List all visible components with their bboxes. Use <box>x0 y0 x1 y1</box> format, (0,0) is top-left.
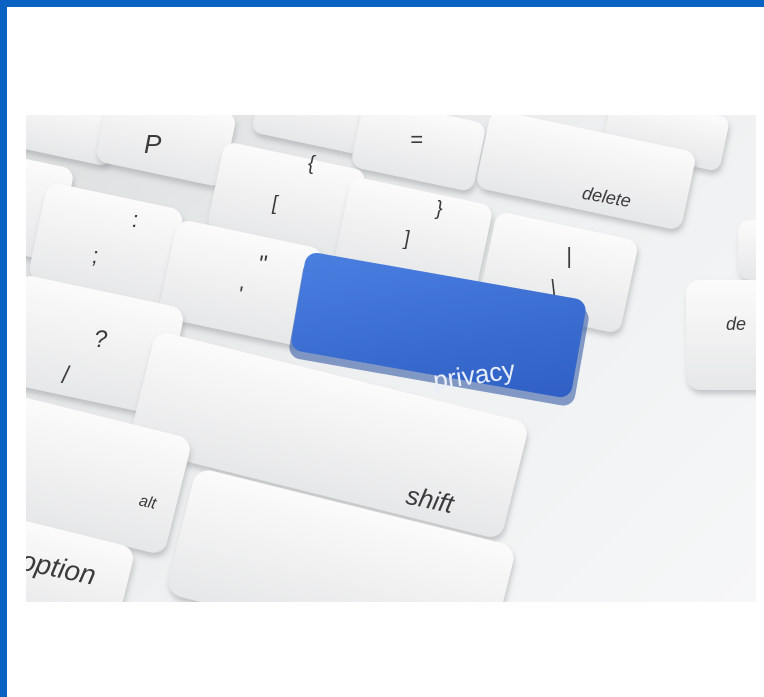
keyboard-illustration: privacy P { [ = delete } ] : ; " ' | \ ?… <box>26 115 756 602</box>
key-delete-partial <box>686 280 756 390</box>
key-p <box>96 115 236 186</box>
label-equals: = <box>410 127 423 152</box>
label-delete-partial: de <box>726 314 746 334</box>
label-backslash: \ <box>550 275 556 300</box>
label-semicolon: ; <box>92 243 98 268</box>
left-accent-bar-lower <box>0 340 7 697</box>
label-colon: : <box>132 207 138 232</box>
label-p: P <box>144 129 162 159</box>
label-quote: " <box>258 251 268 278</box>
left-accent-gap <box>7 340 9 697</box>
keyboard-photo: privacy P { [ = delete } ] : ; " ' | \ ?… <box>26 115 756 602</box>
top-accent-bar <box>0 0 764 7</box>
label-pipe: | <box>566 243 572 268</box>
label-brace-close: } <box>434 198 443 220</box>
label-question: ? <box>94 326 108 353</box>
key-right-edge <box>738 220 756 280</box>
label-bracket-close: ] <box>402 228 410 250</box>
